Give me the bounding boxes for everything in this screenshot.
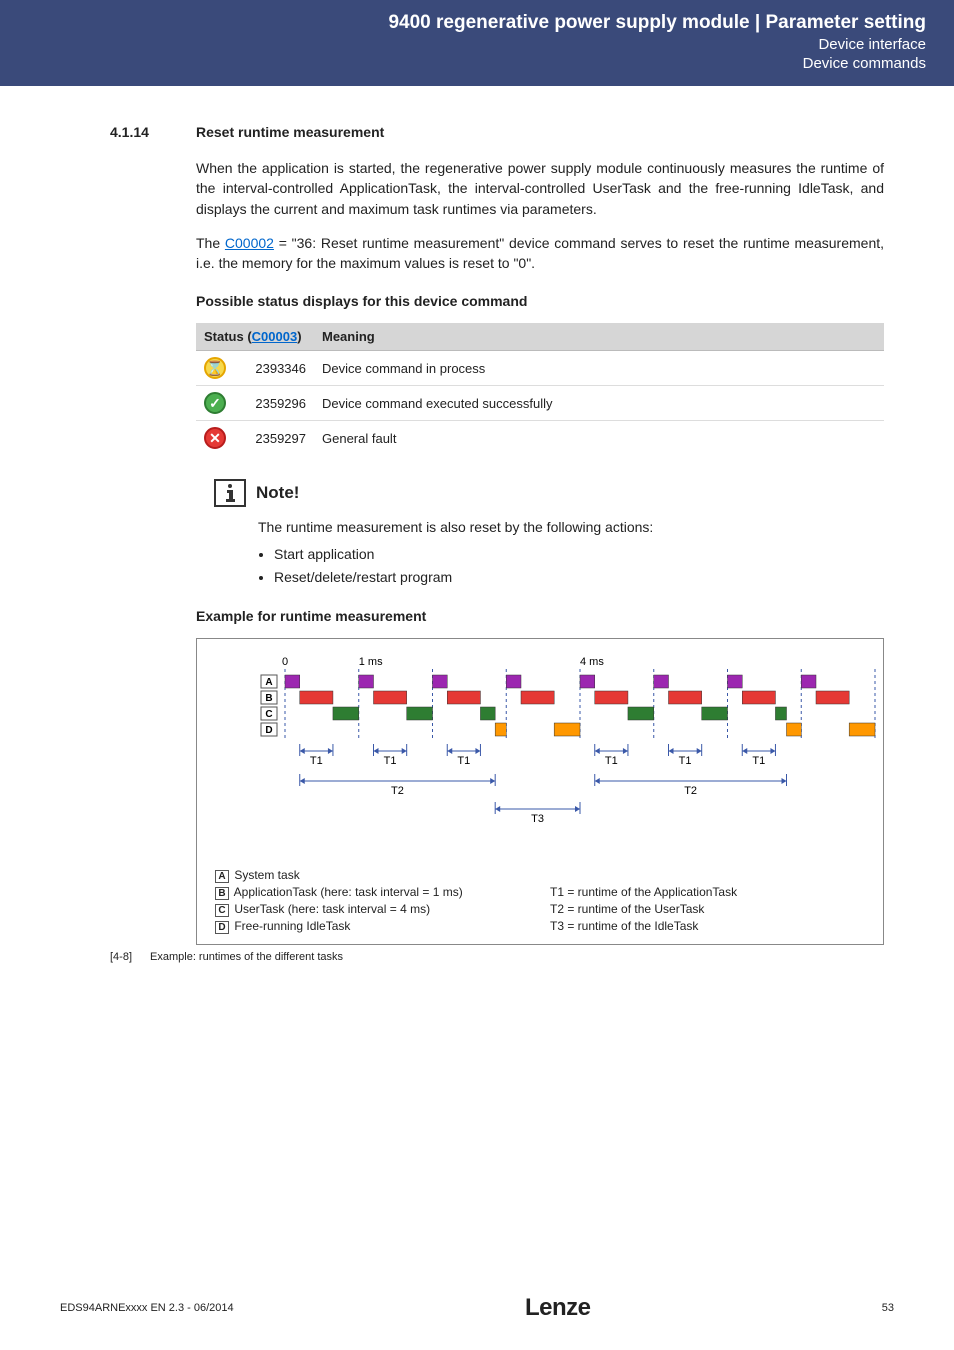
note-item: Reset/delete/restart program — [274, 567, 884, 588]
svg-text:T1: T1 — [384, 755, 397, 767]
lenze-logo: Lenze — [525, 1294, 591, 1322]
status-code: 2359297 — [234, 421, 314, 456]
svg-text:T1: T1 — [457, 755, 470, 767]
footer-left: EDS94ARNExxxx EN 2.3 - 06/2014 — [60, 1302, 234, 1314]
svg-text:0: 0 — [282, 656, 288, 668]
note-label: Note! — [256, 483, 299, 503]
chart-legend: A System task B ApplicationTask (here: t… — [215, 868, 865, 934]
status-code: 2359296 — [234, 386, 314, 421]
section-number: 4.1.14 — [110, 124, 162, 140]
paragraph-1: When the application is started, the reg… — [196, 158, 884, 219]
note-item: Start application — [274, 544, 884, 565]
svg-text:T2: T2 — [391, 785, 404, 797]
header-title: 9400 regenerative power supply module | … — [28, 12, 926, 34]
svg-text:1 ms: 1 ms — [359, 656, 383, 668]
timing-chart: 0 1 ms 4 ms ABCD T1 T1 T1 T1 T1 T1 T2 T2 T3 — [215, 655, 865, 858]
note-head: Note! — [214, 479, 884, 507]
box-a: A — [215, 870, 229, 883]
meaning-col-header: Meaning — [314, 323, 884, 351]
status-col-post: ) — [297, 329, 301, 344]
header-sub2: Device commands — [28, 55, 926, 72]
status-meaning: General fault — [314, 421, 884, 456]
info-icon — [214, 479, 246, 507]
svg-text:A: A — [265, 677, 272, 688]
status-table: Status (C00003) Meaning ⌛ 2393346 Device… — [196, 323, 884, 455]
para2-post: = "36: Reset runtime measurement" device… — [196, 235, 884, 271]
section-title: Reset runtime measurement — [196, 124, 384, 140]
fig-text: Example: runtimes of the different tasks — [150, 951, 343, 963]
svg-text:B: B — [265, 693, 272, 704]
section-heading: 4.1.14 Reset runtime measurement — [110, 124, 884, 140]
subhead-example: Example for runtime measurement — [196, 608, 884, 624]
para2-pre: The — [196, 235, 225, 251]
svg-text:C: C — [265, 709, 272, 720]
note-body: The runtime measurement is also reset by… — [258, 517, 884, 588]
fig-num: [4-8] — [110, 951, 132, 963]
box-d: D — [215, 921, 229, 934]
check-icon: ✓ — [204, 392, 226, 414]
error-icon: ✕ — [204, 427, 226, 449]
status-col-pre: Status ( — [204, 329, 252, 344]
figure-caption: [4-8] Example: runtimes of the different… — [110, 951, 884, 963]
note-box: Note! The runtime measurement is also re… — [214, 479, 884, 588]
status-meaning: Device command in process — [314, 351, 884, 386]
table-row: ⌛ 2393346 Device command in process — [196, 351, 884, 386]
subhead-status: Possible status displays for this device… — [196, 293, 884, 309]
legend-r1: T1 = runtime of the ApplicationTask — [550, 885, 865, 900]
svg-text:T1: T1 — [605, 755, 618, 767]
legend-r3: T3 = runtime of the IdleTask — [550, 919, 865, 934]
svg-text:4 ms: 4 ms — [580, 656, 604, 668]
svg-text:D: D — [265, 725, 272, 736]
legend-d: Free-running IdleTask — [234, 919, 350, 933]
chart-box: 01 ms4 msABCDT1T1T1T1T1T1T2T2T3 A System… — [196, 638, 884, 945]
footer: EDS94ARNExxxx EN 2.3 - 06/2014 Lenze 53 — [0, 1294, 954, 1322]
note-text: The runtime measurement is also reset by… — [258, 517, 884, 538]
svg-text:T1: T1 — [310, 755, 323, 767]
table-row: ✕ 2359297 General fault — [196, 421, 884, 456]
legend-r0 — [550, 868, 865, 883]
box-c: C — [215, 904, 229, 917]
status-col-header: Status (C00003) — [196, 323, 314, 351]
svg-text:T1: T1 — [679, 755, 692, 767]
header-band: 9400 regenerative power supply module | … — [0, 0, 954, 86]
status-code: 2393346 — [234, 351, 314, 386]
svg-text:T1: T1 — [752, 755, 765, 767]
status-meaning: Device command executed successfully — [314, 386, 884, 421]
legend-a: System task — [234, 868, 299, 882]
legend-r2: T2 = runtime of the UserTask — [550, 902, 865, 917]
legend-c: UserTask (here: task interval = 4 ms) — [234, 902, 430, 916]
content: 4.1.14 Reset runtime measurement When th… — [0, 86, 954, 963]
svg-text:T3: T3 — [531, 813, 544, 825]
hourglass-icon: ⌛ — [204, 357, 226, 379]
footer-page: 53 — [882, 1302, 894, 1314]
svg-text:T2: T2 — [684, 785, 697, 797]
body: When the application is started, the reg… — [196, 158, 884, 945]
link-c00003[interactable]: C00003 — [252, 329, 298, 344]
header-sub1: Device interface — [28, 36, 926, 53]
paragraph-2: The C00002 = "36: Reset runtime measurem… — [196, 233, 884, 274]
link-c00002[interactable]: C00002 — [225, 235, 274, 251]
legend-b: ApplicationTask (here: task interval = 1… — [234, 885, 463, 899]
box-b: B — [215, 887, 229, 900]
table-row: ✓ 2359296 Device command executed succes… — [196, 386, 884, 421]
